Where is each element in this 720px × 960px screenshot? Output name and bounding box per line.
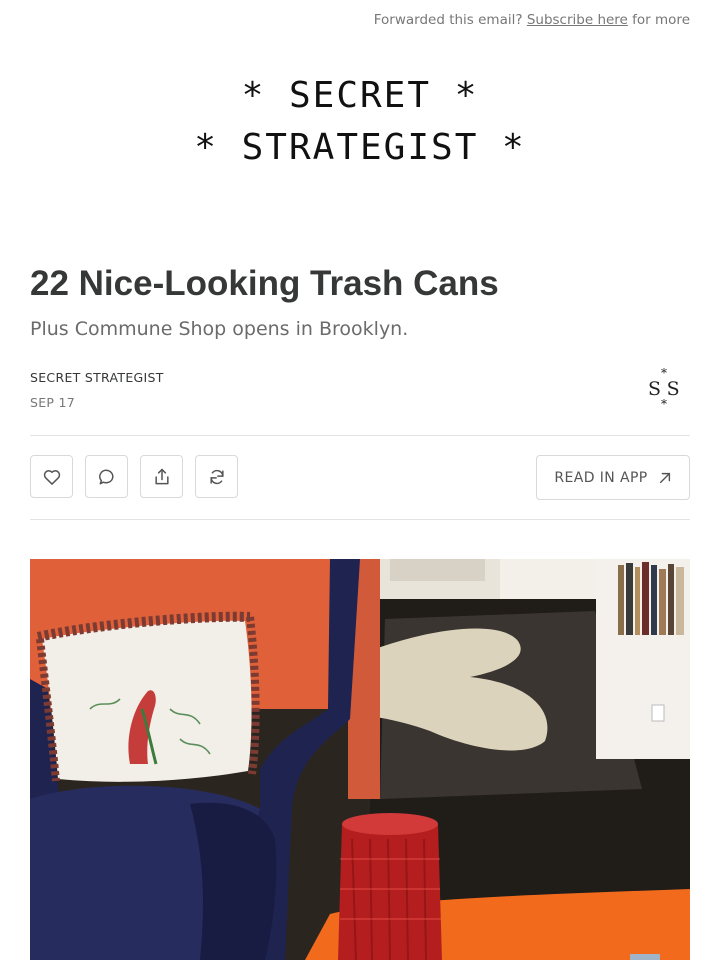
- preheader-text: Forwarded this email?: [373, 12, 523, 28]
- post-date: SEP 17: [30, 395, 76, 410]
- masthead-line-1: * SECRET *: [241, 75, 479, 116]
- divider-top: [30, 435, 690, 436]
- divider-bottom: [30, 519, 690, 520]
- like-button[interactable]: [30, 455, 73, 498]
- logo-star-bottom: *: [661, 397, 667, 411]
- preheader-suffix: for more: [632, 12, 690, 28]
- restack-button[interactable]: [195, 455, 238, 498]
- post-title[interactable]: 22 Nice-Looking Trash Cans: [30, 262, 499, 306]
- read-in-app-button[interactable]: READ IN APP: [536, 455, 690, 500]
- read-in-app-label: READ IN APP: [554, 469, 648, 486]
- email-page: Forwarded this email? Subscribe here for…: [0, 0, 720, 960]
- post-subtitle: Plus Commune Shop opens in Brooklyn.: [30, 318, 409, 340]
- masthead-line-2: * STRATEGIST *: [194, 127, 526, 168]
- post-author[interactable]: SECRET STRATEGIST: [30, 370, 164, 385]
- comment-button[interactable]: [85, 455, 128, 498]
- restack-icon: [209, 469, 224, 484]
- subscribe-link[interactable]: Subscribe here: [527, 12, 628, 28]
- preheader: Forwarded this email? Subscribe here for…: [374, 12, 690, 28]
- share-icon: [154, 468, 169, 484]
- share-button[interactable]: [140, 455, 183, 498]
- interior-photo: [30, 559, 690, 960]
- heart-icon: [43, 469, 60, 485]
- comment-icon: [98, 469, 113, 484]
- publication-logo[interactable]: * SS *: [644, 366, 690, 416]
- hero-image[interactable]: [30, 559, 690, 960]
- arrow-up-right-icon: [659, 472, 670, 483]
- masthead-logo[interactable]: * SECRET * * STRATEGIST *: [0, 70, 720, 174]
